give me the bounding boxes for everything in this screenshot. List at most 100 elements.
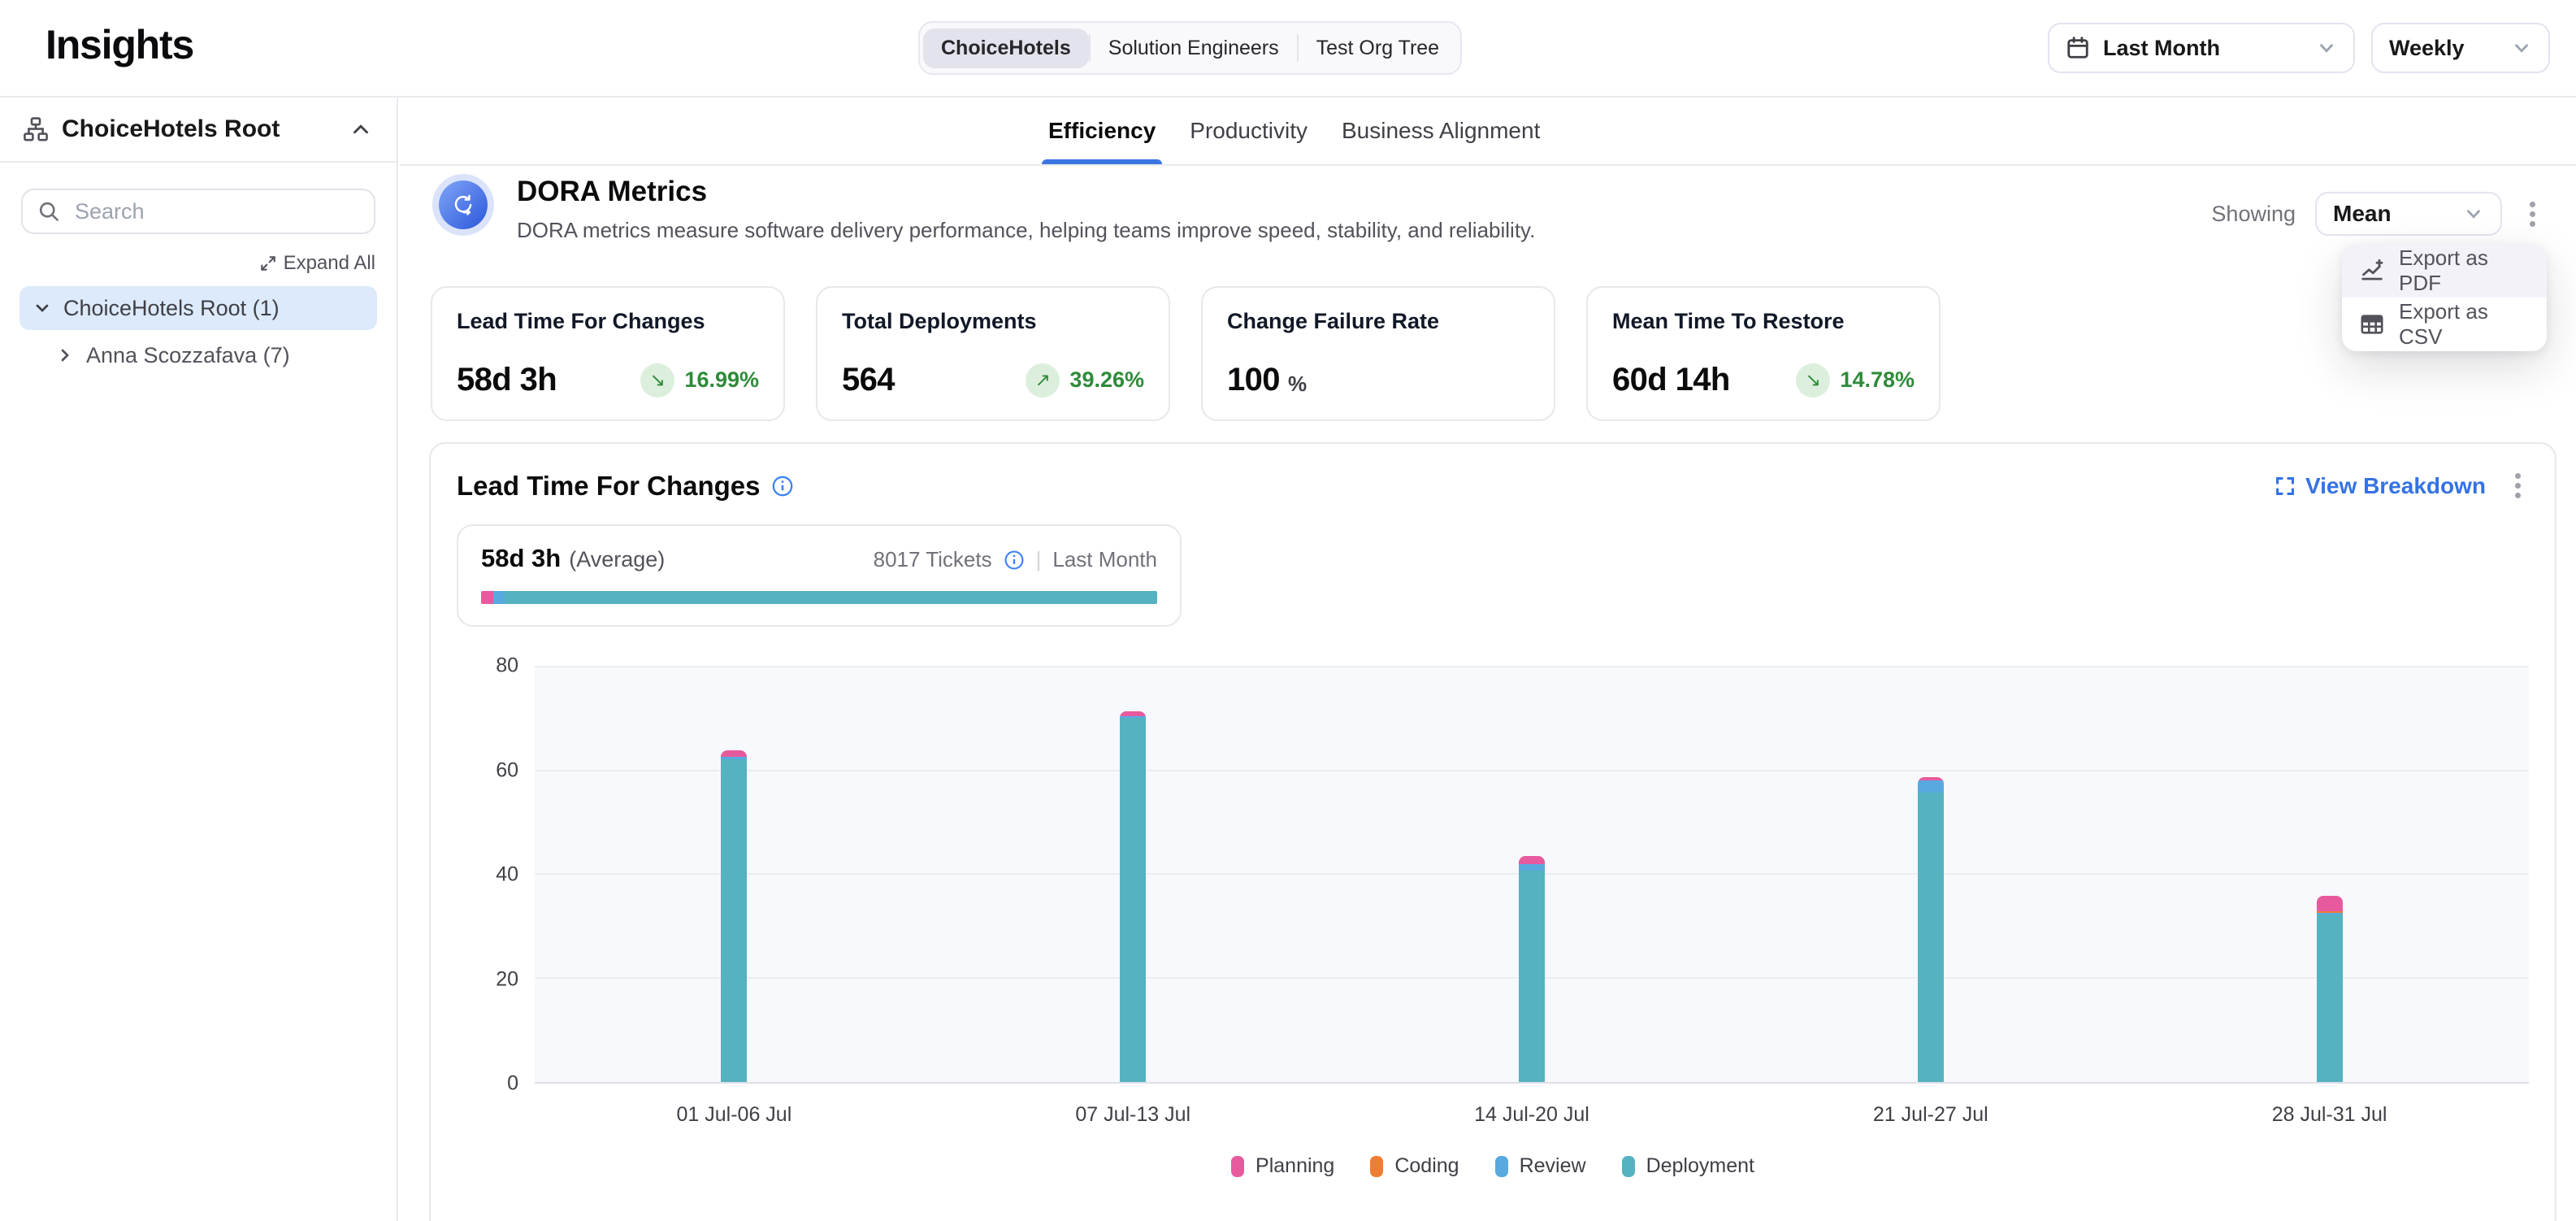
legend-item-review[interactable]: Review — [1495, 1154, 1586, 1178]
tree-item-child[interactable]: Anna Scozzafava (7) — [42, 333, 377, 377]
bar-group — [1731, 667, 2130, 1082]
metric-card-value: 60d 14h — [1612, 362, 1730, 398]
expand-all[interactable]: Expand All — [21, 252, 375, 275]
export-csv-label: Export as CSV — [2399, 299, 2529, 350]
distribution-segment-planning — [481, 591, 493, 604]
metric-card-title: Change Failure Rate — [1227, 309, 1529, 334]
trend-delta: 16.99% — [684, 367, 759, 393]
org-tree: ChoiceHotels Root (1) Anna Scozzafava (7… — [20, 286, 377, 377]
info-icon[interactable] — [1004, 550, 1025, 571]
metric-card-value: 564 — [842, 362, 895, 398]
x-axis-label: 01 Jul-06 Jul — [535, 1103, 934, 1127]
legend-item-planning[interactable]: Planning — [1231, 1154, 1334, 1178]
aggregation-value: Mean — [2333, 201, 2392, 227]
sidebar-header: ChoiceHotels Root — [0, 98, 397, 163]
tree-item-label: Anna Scozzafava (7) — [86, 343, 290, 368]
export-pdf-menu-item[interactable]: Export as PDF — [2342, 244, 2547, 298]
export-menu: Export as PDF Export as CSV — [2342, 244, 2547, 351]
sidebar: ChoiceHotels Root Expand All ChoiceHotel… — [0, 98, 398, 1221]
export-csv-menu-item[interactable]: Export as CSV — [2342, 298, 2547, 351]
dora-more-menu-button[interactable] — [2522, 195, 2543, 233]
y-axis-tick: 80 — [496, 656, 518, 676]
lead-time-title: Lead Time For Changes — [457, 471, 760, 502]
search-input[interactable] — [72, 198, 359, 226]
average-value: 58d 3h — [481, 544, 561, 573]
separator: | — [1036, 547, 1042, 572]
metric-card-value: 100 — [1227, 362, 1280, 398]
expand-all-icon — [259, 254, 277, 272]
table-icon — [2360, 312, 2384, 337]
chevron-right-icon[interactable] — [55, 345, 75, 365]
org-tab-test-org-tree[interactable]: Test Org Tree — [1299, 28, 1457, 68]
granularity-select[interactable]: Weekly — [2371, 23, 2550, 73]
x-axis-label: 28 Jul-31 Jul — [2130, 1103, 2529, 1127]
trend-delta: 14.78% — [1840, 367, 1915, 393]
legend-item-coding[interactable]: Coding — [1370, 1154, 1459, 1178]
bar-segment-deployment — [721, 759, 747, 1082]
lead-time-card: Lead Time For Changes View Breakdown — [429, 442, 2556, 1221]
trend-badge: ↘ 14.78% — [1796, 363, 1915, 398]
metric-card-change-failure-rate: Change Failure Rate 100 % — [1201, 286, 1555, 421]
lead-time-header: Lead Time For Changes View Breakdown — [457, 467, 2529, 505]
trend-up-arrow-icon: ↗ — [1026, 363, 1060, 398]
metric-card-title: Lead Time For Changes — [457, 309, 759, 334]
collapse-sidebar-button[interactable] — [348, 116, 374, 142]
org-tab-solution-engineers[interactable]: Solution Engineers — [1091, 28, 1297, 68]
showing-label: Showing — [2211, 202, 2296, 227]
view-breakdown-button[interactable]: View Breakdown — [2275, 473, 2486, 499]
granularity-value: Weekly — [2389, 36, 2465, 61]
chart-line-plus-icon — [2360, 259, 2384, 283]
org-tabs: ChoiceHotels Solution Engineers Test Org… — [918, 21, 1462, 75]
chart-legend: Planning Coding Review Deployment — [457, 1154, 2529, 1178]
legend-swatch — [1231, 1156, 1244, 1177]
bar-segment-planning — [2317, 896, 2343, 911]
showing-controls: Showing Mean — [2211, 192, 2543, 236]
average-label: (Average) — [569, 547, 665, 572]
info-icon[interactable] — [771, 475, 794, 498]
stacked-bar — [1918, 777, 1944, 1082]
tree-item-root[interactable]: ChoiceHotels Root (1) — [20, 286, 377, 330]
legend-item-deployment[interactable]: Deployment — [1622, 1154, 1754, 1178]
bar-segment-deployment — [2317, 915, 2343, 1082]
chevron-down-icon[interactable] — [33, 298, 52, 318]
tree-item-label: ChoiceHotels Root (1) — [63, 296, 280, 321]
legend-label: Deployment — [1646, 1154, 1754, 1178]
bar-group — [535, 667, 934, 1082]
chart-y-axis: 020406080 — [457, 666, 535, 1084]
main-tabs: Efficiency Productivity Business Alignme… — [400, 98, 2576, 166]
bar-group — [934, 667, 1333, 1082]
metric-card-mean-time-to-restore: Mean Time To Restore 60d 14h ↘ 14.78% — [1586, 286, 1941, 421]
expand-all-label: Expand All — [284, 252, 375, 275]
main-content: Efficiency Productivity Business Alignme… — [400, 98, 2576, 1221]
app: Insights ChoiceHotels Solution Engineers… — [0, 0, 2576, 1221]
page-title: Insights — [46, 21, 193, 68]
top-header: Insights ChoiceHotels Solution Engineers… — [0, 0, 2576, 98]
dora-description: DORA metrics measure software delivery p… — [517, 218, 1535, 243]
phase-distribution-bar — [481, 591, 1157, 604]
metric-card-total-deployments: Total Deployments 564 ↗ 39.26% — [816, 286, 1170, 421]
bar-segment-deployment — [1120, 718, 1146, 1082]
tab-efficiency[interactable]: Efficiency — [1048, 98, 1156, 164]
stacked-bar — [2317, 896, 2343, 1082]
average-summary-card: 58d 3h (Average) 8017 Tickets | Last Mon… — [457, 524, 1182, 627]
trend-down-arrow-icon: ↘ — [640, 363, 674, 398]
y-axis-tick: 40 — [496, 865, 518, 885]
search-icon — [37, 200, 60, 223]
bar-segment-planning — [721, 750, 747, 757]
bar-segment-deployment — [1519, 871, 1545, 1082]
legend-label: Planning — [1255, 1154, 1334, 1178]
org-tab-choicehotels[interactable]: ChoiceHotels — [923, 28, 1089, 68]
metric-card-title: Mean Time To Restore — [1612, 309, 1915, 334]
lead-time-more-menu-button[interactable] — [2507, 467, 2529, 505]
trend-down-arrow-icon: ↘ — [1796, 363, 1830, 398]
chevron-down-icon — [2463, 203, 2484, 224]
date-range-select[interactable]: Last Month — [2048, 23, 2355, 73]
bar-segment-planning — [1519, 856, 1545, 864]
distribution-segment-review — [493, 591, 505, 604]
trend-badge: ↘ 16.99% — [640, 363, 759, 398]
chart-plot — [535, 666, 2529, 1084]
tab-productivity[interactable]: Productivity — [1190, 98, 1308, 164]
tab-business-alignment[interactable]: Business Alignment — [1342, 98, 1540, 164]
aggregation-select[interactable]: Mean — [2315, 192, 2502, 236]
bar-segment-deployment — [1918, 793, 1944, 1082]
